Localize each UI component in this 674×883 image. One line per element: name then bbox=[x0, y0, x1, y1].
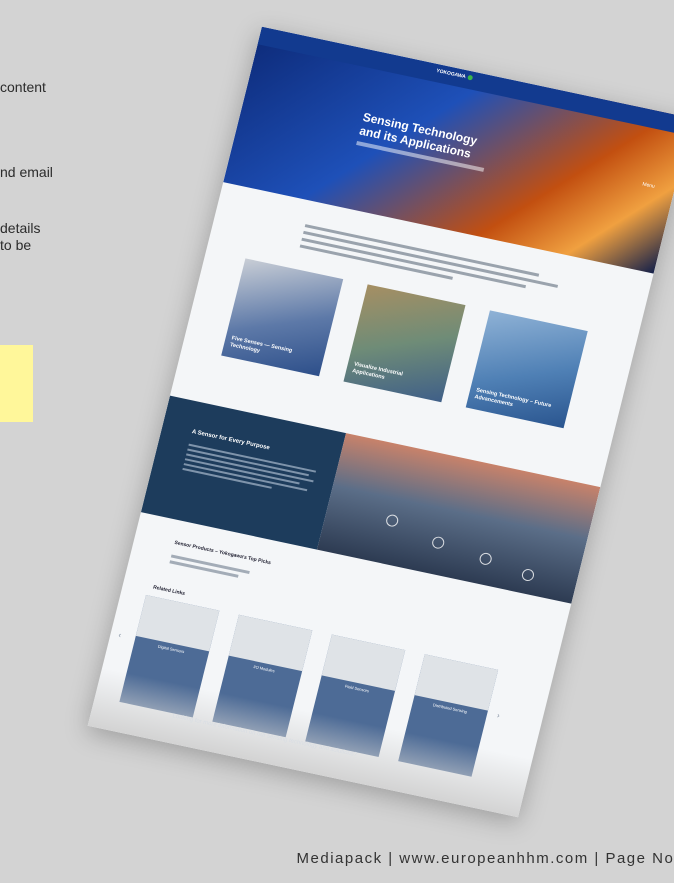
highlight-box bbox=[0, 345, 33, 422]
related-links-title: Related Links bbox=[152, 584, 186, 598]
left-text-email: nd email bbox=[0, 164, 53, 180]
left-text-to-be: to be bbox=[0, 237, 32, 253]
website-mockup: YOKOGAWA Sensing Technology and its Appl… bbox=[87, 26, 674, 818]
left-text-details: details bbox=[0, 220, 41, 236]
card-caption: Visualize Industrial Applications bbox=[351, 361, 404, 381]
feature-card[interactable]: Sensing Technology – Future Advancements bbox=[465, 310, 588, 429]
network-node-icon bbox=[478, 551, 493, 566]
network-node-icon bbox=[520, 567, 536, 583]
card-caption: Sensing Technology – Future Advancements bbox=[473, 387, 552, 410]
network-node-icon bbox=[430, 535, 446, 550]
feature-card[interactable]: Visualize Industrial Applications bbox=[343, 284, 466, 403]
left-text-content: content bbox=[0, 79, 46, 95]
dark-section: A Sensor for Every Purpose bbox=[140, 395, 347, 550]
page-footer: Mediapack | www.europeanhhm.com | Page N… bbox=[296, 850, 674, 867]
carousel-prev-icon[interactable]: ‹ bbox=[118, 630, 123, 639]
carousel-next-icon[interactable]: › bbox=[496, 711, 501, 720]
dark-section-text bbox=[182, 441, 317, 500]
aerial-city-image bbox=[316, 433, 601, 604]
card-caption: Five Senses — Sensing Technology bbox=[229, 335, 293, 355]
feature-card[interactable]: Five Senses — Sensing Technology bbox=[221, 258, 344, 377]
network-node-icon bbox=[384, 513, 400, 528]
